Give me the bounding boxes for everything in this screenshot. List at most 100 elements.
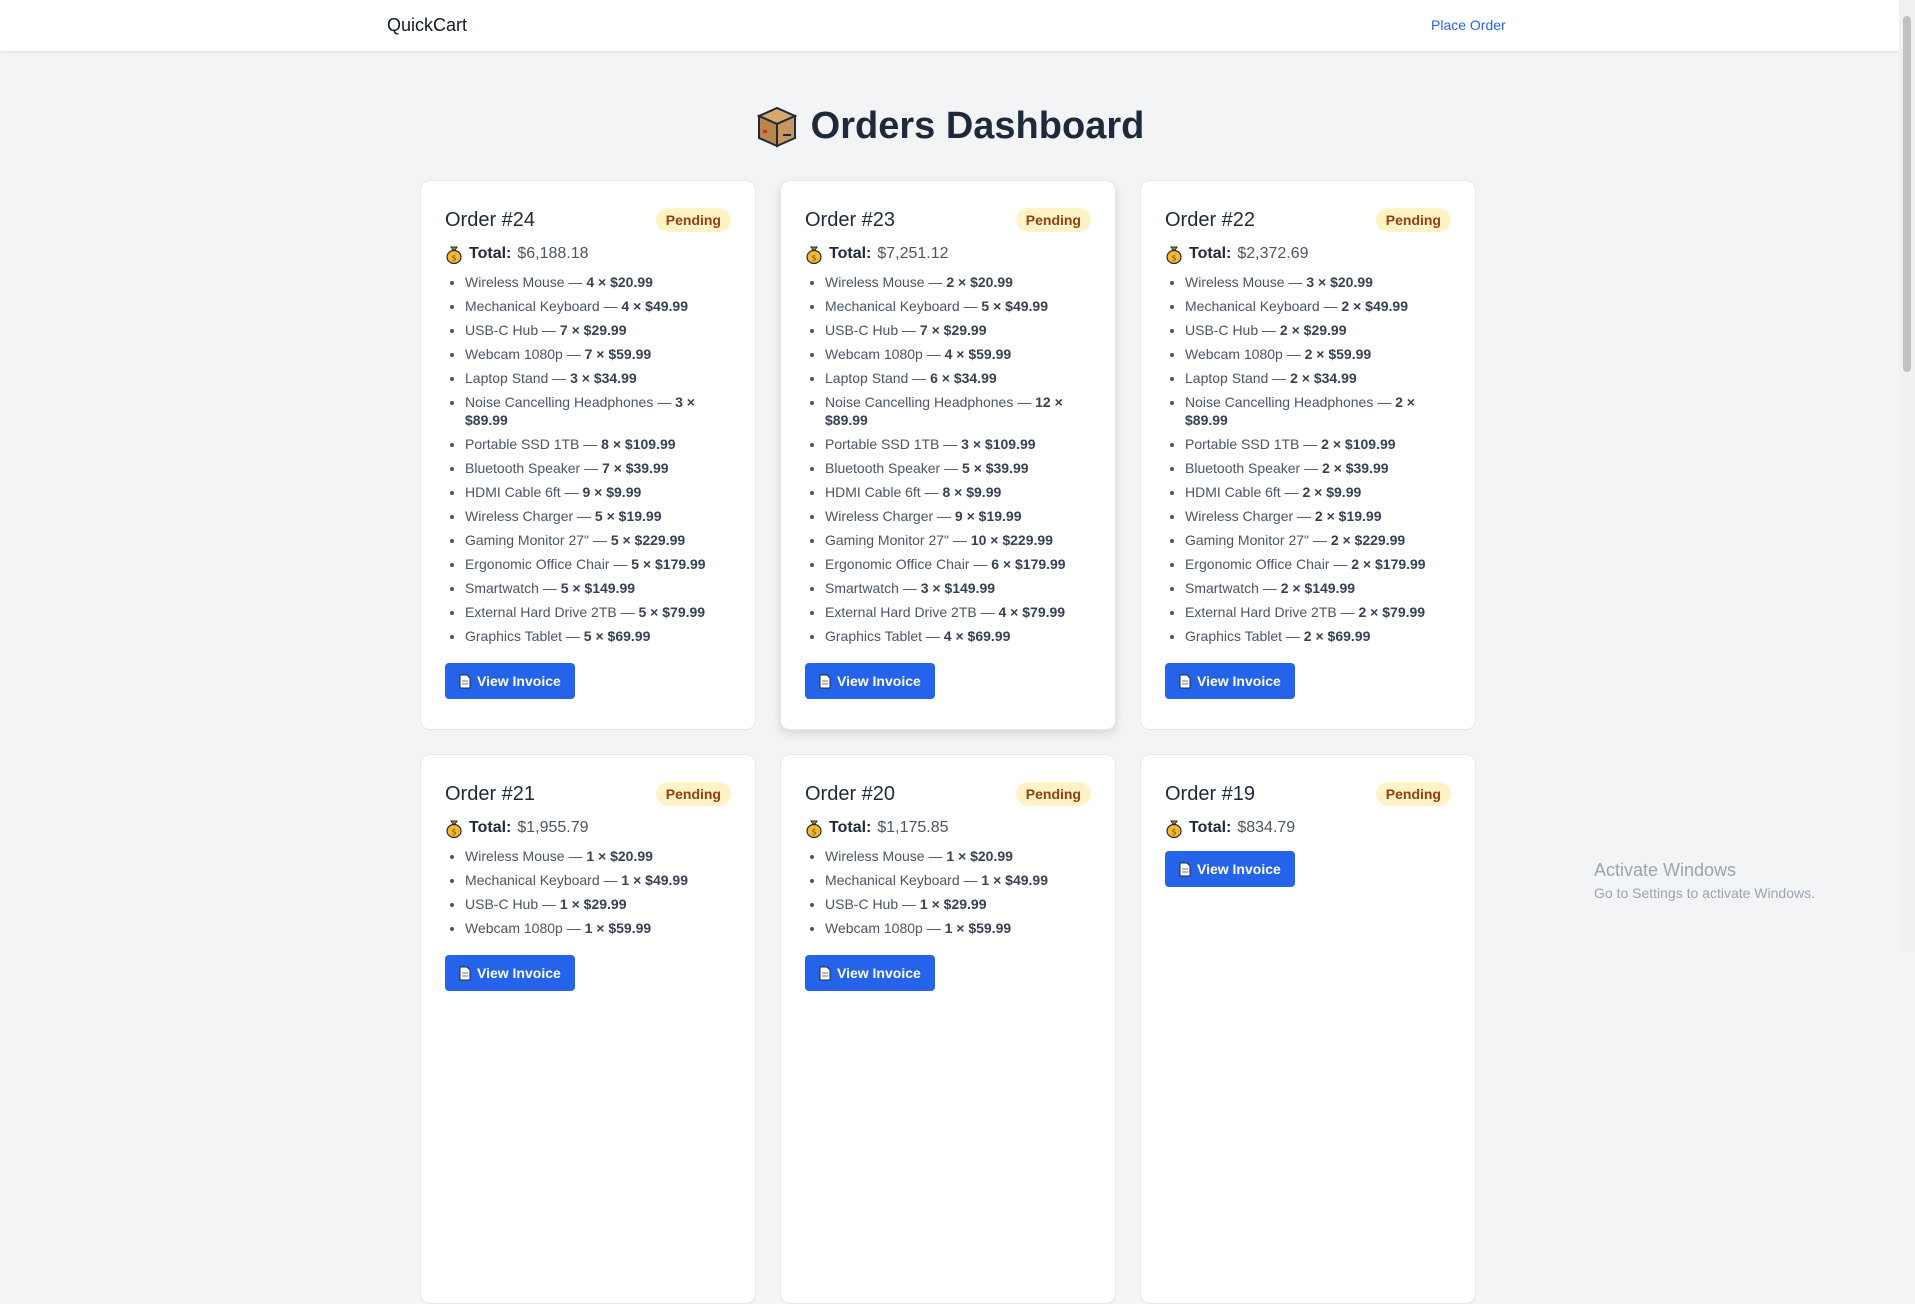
item-qty-price: 2 × $20.99 [946, 274, 1013, 290]
order-line-item: Smartwatch — 3 × $149.99 [825, 579, 1091, 597]
order-total: $ Total: $2,372.69 [1165, 243, 1451, 265]
item-name: Ergonomic Office Chair — [1185, 556, 1348, 572]
item-qty-price: 2 × $34.99 [1290, 370, 1357, 386]
order-line-item: Bluetooth Speaker — 2 × $39.99 [1185, 459, 1451, 477]
order-line-item: Laptop Stand — 6 × $34.99 [825, 369, 1091, 387]
order-card: Order #21 Pending $ Total: $1,955.79 Wireless… [420, 754, 756, 1304]
view-invoice-button[interactable]: View Invoice [1165, 663, 1295, 699]
view-invoice-button[interactable]: View Invoice [445, 663, 575, 699]
item-name: Smartwatch — [1185, 580, 1277, 596]
view-invoice-label: View Invoice [837, 965, 921, 981]
item-qty-price: 7 × $29.99 [919, 322, 987, 338]
item-qty-price: 5 × $229.99 [610, 532, 686, 548]
item-name: Webcam 1080p — [1185, 346, 1301, 362]
order-line-item: Laptop Stand — 3 × $34.99 [465, 369, 731, 387]
order-card: Order #24 Pending $ Total: $6,188.18 Wireless… [420, 180, 756, 730]
view-invoice-button[interactable]: View Invoice [805, 663, 935, 699]
item-qty-price: 6 × $179.99 [991, 556, 1066, 572]
item-qty-price: 7 × $29.99 [559, 322, 627, 338]
order-line-item: External Hard Drive 2TB — 5 × $79.99 [465, 603, 731, 621]
item-name: Laptop Stand — [1185, 370, 1287, 386]
view-invoice-button[interactable]: View Invoice [1165, 851, 1295, 887]
item-name: Portable SSD 1TB — [1185, 436, 1318, 452]
item-name: Noise Cancelling Headphones — [825, 394, 1032, 410]
order-card: Order #23 Pending $ Total: $7,251.12 Wireless… [780, 180, 1116, 730]
item-name: Wireless Mouse — [825, 848, 943, 864]
item-qty-price: 4 × $79.99 [998, 604, 1066, 620]
item-name: USB-C Hub — [1185, 322, 1277, 338]
svg-text:$: $ [811, 828, 816, 837]
order-line-item: External Hard Drive 2TB — 2 × $79.99 [1185, 603, 1451, 621]
total-label: Total: [1189, 245, 1232, 262]
order-line-item: Ergonomic Office Chair — 2 × $179.99 [1185, 555, 1451, 573]
money-bag-icon: $ [806, 246, 822, 264]
document-icon [1179, 674, 1191, 688]
item-name: Wireless Mouse — [465, 848, 583, 864]
watermark-title: Activate Windows [1594, 860, 1737, 880]
total-value: $2,372.69 [1237, 245, 1309, 262]
item-qty-price: 2 × $109.99 [1321, 436, 1396, 452]
item-qty-price: 10 × $229.99 [970, 532, 1053, 548]
order-line-item: Graphics Tablet — 4 × $69.99 [825, 627, 1091, 645]
order-title: Order #19 [1165, 782, 1256, 805]
order-line-item: Portable SSD 1TB — 2 × $109.99 [1185, 435, 1451, 453]
item-name: Webcam 1080p — [825, 920, 941, 936]
item-name: Mechanical Keyboard — [465, 872, 618, 888]
item-qty-price: 3 × $20.99 [1306, 274, 1373, 290]
item-name: Bluetooth Speaker — [465, 460, 599, 476]
item-qty-price: 5 × $79.99 [638, 604, 706, 620]
package-icon [756, 106, 798, 148]
item-qty-price: 2 × $59.99 [1304, 346, 1372, 362]
item-qty-price: 2 × $19.99 [1314, 508, 1382, 524]
total-label: Total: [829, 819, 872, 836]
order-card-header: Order #24 Pending [445, 205, 731, 235]
svg-text:$: $ [1171, 254, 1176, 263]
item-qty-price: 2 × $229.99 [1330, 532, 1406, 548]
order-title: Order #24 [445, 208, 536, 231]
item-qty-price: 2 × $69.99 [1303, 628, 1371, 644]
page-title-text: Orders Dashboard [810, 104, 1145, 147]
item-name: Mechanical Keyboard — [825, 298, 978, 314]
scrollbar-thumb[interactable] [1903, 16, 1911, 372]
item-qty-price: 1 × $59.99 [944, 920, 1012, 936]
order-card-header: Order #20 Pending [805, 779, 1091, 809]
item-name: Noise Cancelling Headphones — [1185, 394, 1392, 410]
item-name: Ergonomic Office Chair — [825, 556, 988, 572]
item-qty-price: 5 × $49.99 [981, 298, 1048, 314]
status-badge: Pending [655, 782, 731, 806]
item-qty-price: 5 × $149.99 [560, 580, 636, 596]
brand-logo[interactable]: QuickCart [387, 15, 467, 36]
svg-text:$: $ [811, 254, 816, 263]
item-qty-price: 1 × $49.99 [621, 872, 688, 888]
status-badge: Pending [655, 208, 731, 232]
order-card: Order #19 Pending $ Total: $834.79 View Invoi… [1140, 754, 1476, 1304]
order-items-list: Wireless Mouse — 1 × $20.99 Mechanical Ke… [445, 847, 731, 937]
item-qty-price: 6 × $34.99 [930, 370, 997, 386]
view-invoice-button[interactable]: View Invoice [805, 955, 935, 991]
order-items-list: Wireless Mouse — 1 × $20.99 Mechanical Ke… [805, 847, 1091, 937]
item-qty-price: 5 × $19.99 [594, 508, 662, 524]
item-qty-price: 1 × $29.99 [559, 896, 627, 912]
item-name: Gaming Monitor 27" — [465, 532, 607, 548]
item-qty-price: 2 × $179.99 [1351, 556, 1426, 572]
order-line-item: USB-C Hub — 1 × $29.99 [825, 895, 1091, 913]
item-qty-price: 3 × $109.99 [961, 436, 1036, 452]
total-label: Total: [1189, 819, 1232, 836]
place-order-link[interactable]: Place Order [1431, 17, 1506, 33]
order-card-header: Order #22 Pending [1165, 205, 1451, 235]
item-qty-price: 7 × $39.99 [601, 460, 669, 476]
svg-text:$: $ [1171, 828, 1176, 837]
order-line-item: Ergonomic Office Chair — 6 × $179.99 [825, 555, 1091, 573]
order-items-list: Wireless Mouse — 2 × $20.99 Mechanical Ke… [805, 273, 1091, 645]
item-name: USB-C Hub — [465, 896, 557, 912]
item-qty-price: 8 × $109.99 [601, 436, 676, 452]
total-value: $6,188.18 [517, 245, 589, 262]
item-qty-price: 1 × $59.99 [584, 920, 652, 936]
order-line-item: Portable SSD 1TB — 3 × $109.99 [825, 435, 1091, 453]
money-bag-icon: $ [806, 820, 822, 838]
money-bag-icon: $ [446, 820, 462, 838]
view-invoice-button[interactable]: View Invoice [445, 955, 575, 991]
order-line-item: Wireless Charger — 2 × $19.99 [1185, 507, 1451, 525]
item-name: Ergonomic Office Chair — [465, 556, 628, 572]
order-line-item: Webcam 1080p — 1 × $59.99 [825, 919, 1091, 937]
